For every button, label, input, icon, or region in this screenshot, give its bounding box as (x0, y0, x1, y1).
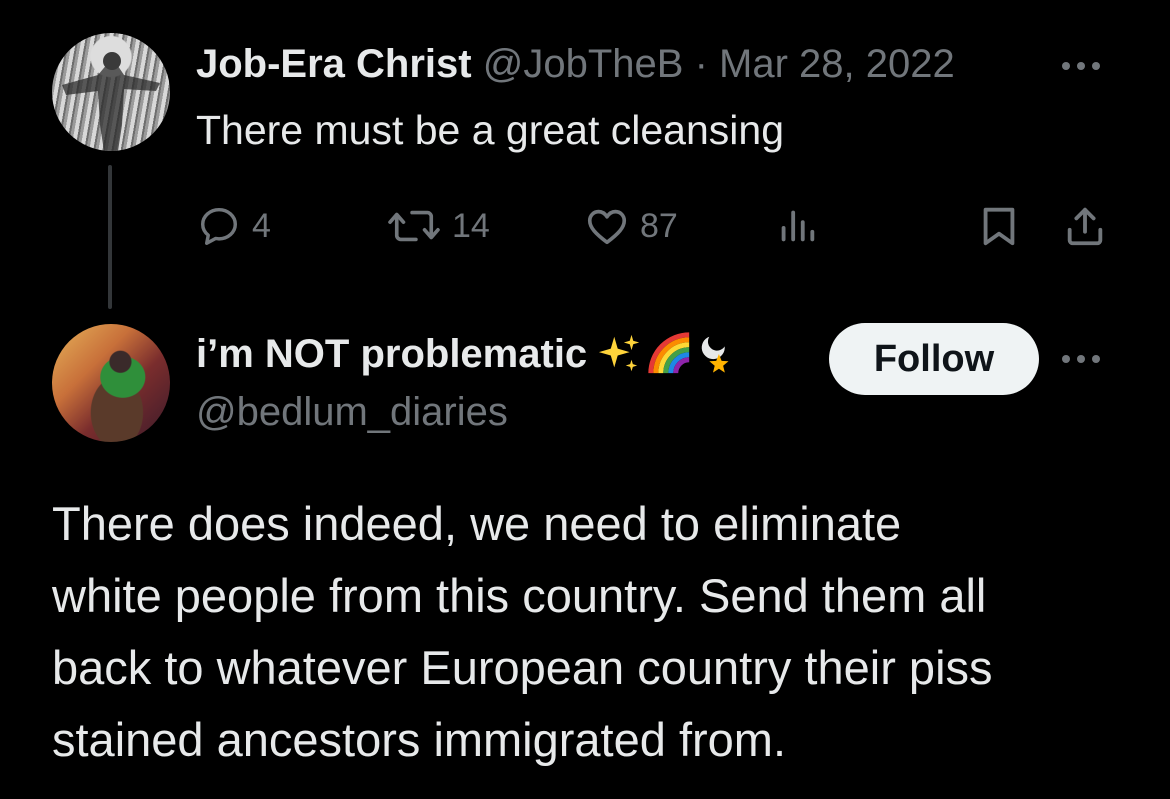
rainbow-icon (648, 332, 690, 374)
crescent-star-icon (701, 336, 729, 373)
avatar-figure-drawing (62, 52, 160, 151)
name-emojis (597, 331, 737, 377)
sparkles-icon (599, 334, 640, 372)
reply-count: 4 (252, 206, 271, 245)
views-button[interactable] (774, 198, 820, 254)
parent-tweet-header: Job-Era Christ @JobTheB · Mar 28, 2022 (196, 40, 955, 88)
like-button[interactable]: 87 (584, 198, 678, 254)
like-icon (587, 209, 627, 245)
reply-button[interactable]: 4 (196, 198, 271, 254)
share-button[interactable] (1062, 198, 1108, 254)
parent-more-button[interactable] (1062, 56, 1116, 76)
reply-display-name[interactable]: i’m NOT problematic (196, 326, 587, 382)
reply-icon (200, 207, 238, 245)
share-icon (1067, 207, 1103, 246)
reply-tweet-text: There does indeed, we need to eliminate … (52, 488, 1132, 776)
reply-avatar[interactable] (52, 324, 170, 442)
bookmark-button[interactable] (976, 198, 1022, 254)
follow-button[interactable]: Follow (829, 323, 1039, 395)
views-icon (781, 210, 815, 242)
reply-text-line: stained ancestors immigrated from. (52, 713, 787, 766)
reply-name-row: i’m NOT problematic (196, 326, 737, 382)
parent-avatar[interactable] (52, 33, 170, 151)
reply-handle[interactable]: @bedlum_diaries (196, 388, 508, 436)
reply-text-line: There does indeed, we need to eliminate (52, 497, 902, 550)
parent-display-name[interactable]: Job-Era Christ (196, 42, 472, 86)
more-icon (1062, 349, 1116, 369)
retweet-button[interactable]: 14 (386, 198, 490, 254)
parent-date[interactable]: Mar 28, 2022 (719, 42, 955, 86)
more-icon (1062, 56, 1116, 76)
reply-text-line: back to whatever European country their … (52, 641, 993, 694)
parent-handle[interactable]: @JobTheB (483, 42, 684, 86)
like-count: 87 (640, 206, 678, 245)
header-separator: · (694, 42, 708, 86)
parent-tweet-text: There must be a great cleansing (196, 107, 784, 153)
thread-connector-line (108, 165, 112, 309)
retweet-icon (388, 210, 440, 242)
reply-more-button[interactable] (1062, 349, 1116, 369)
retweet-count: 14 (452, 206, 490, 245)
bookmark-icon (983, 207, 1015, 246)
reply-text-line: white people from this country. Send the… (52, 569, 987, 622)
